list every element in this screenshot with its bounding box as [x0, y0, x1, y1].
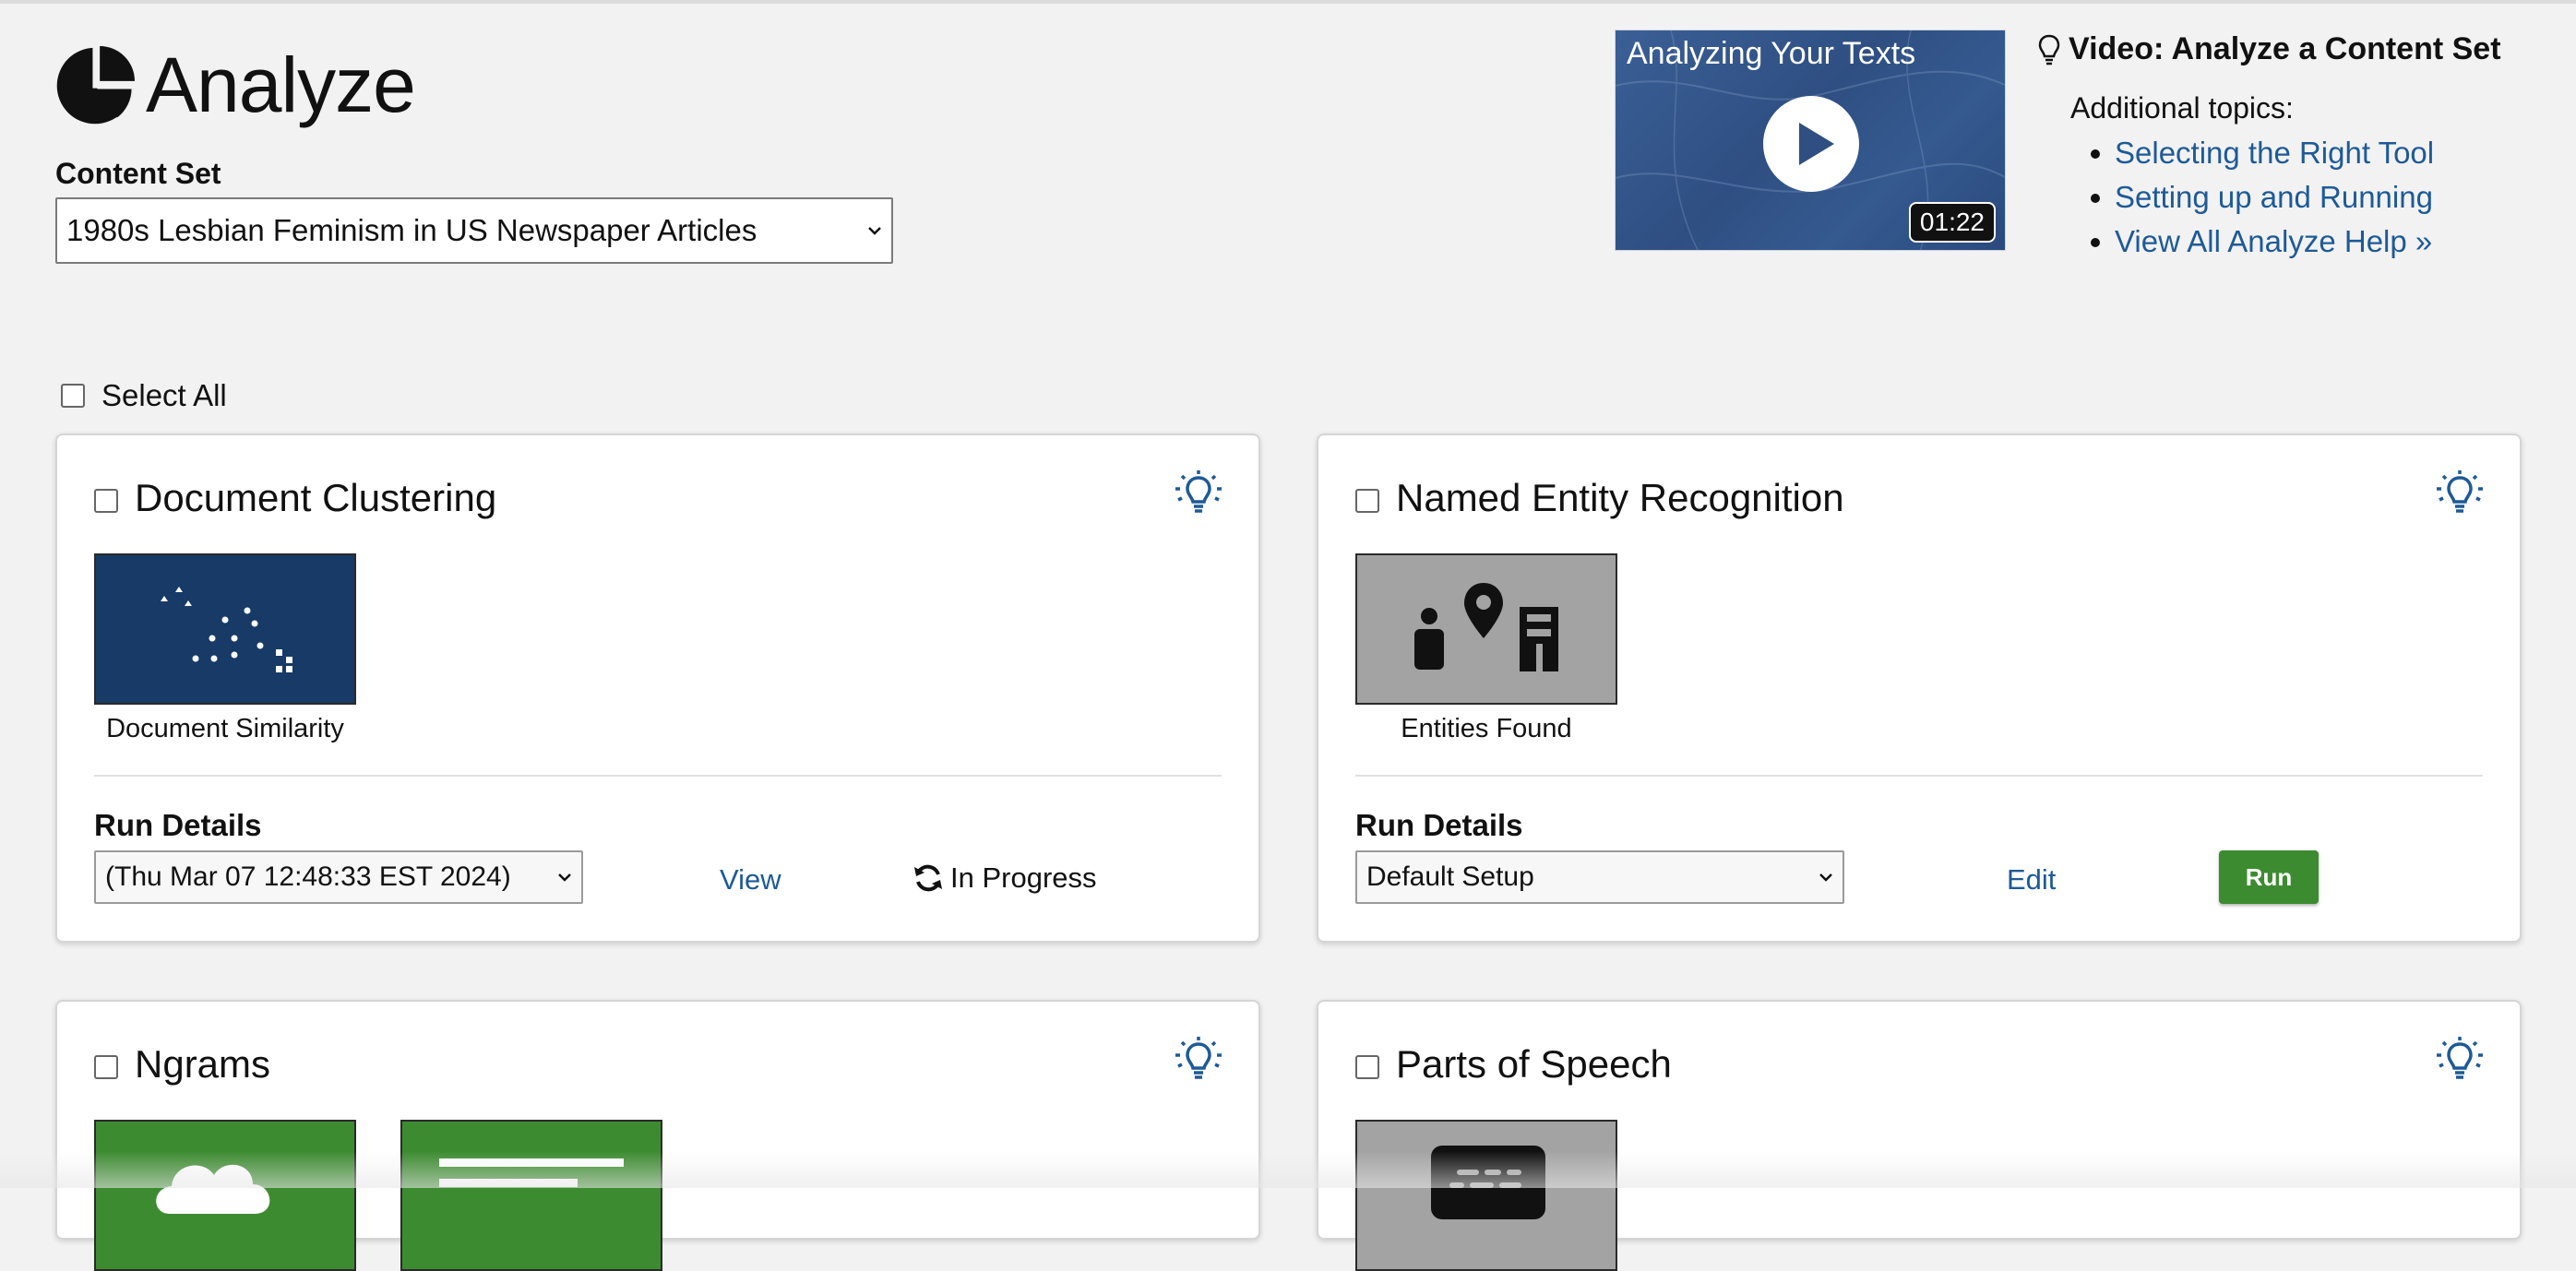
person-location-building-icon — [1414, 583, 1558, 671]
card-named-entity-recognition: Named Entity Recognition Entities Found … — [1317, 434, 2522, 943]
topic-link[interactable]: Selecting the Right Tool — [2091, 131, 2563, 175]
card-checkbox[interactable] — [1355, 489, 1379, 513]
edit-link[interactable]: Edit — [2007, 863, 2056, 897]
status-in-progress: In Progress — [912, 861, 1097, 895]
text-lines-icon — [439, 1158, 624, 1187]
card-title: Ngrams — [135, 1042, 271, 1086]
video-thumb-title: Analyzing Your Texts — [1627, 36, 1916, 71]
topics-list: Selecting the Right Tool Setting up and … — [2091, 131, 2563, 264]
scatter-cluster-icon — [161, 587, 292, 672]
card-checkbox[interactable] — [94, 1055, 118, 1079]
page-title: Analyze — [55, 41, 416, 130]
tile-word-cloud[interactable] — [94, 1120, 356, 1271]
select-all[interactable]: Select All — [61, 378, 227, 413]
video-title-text: Video: Analyze a Content Set — [2069, 31, 2501, 66]
divider — [1355, 775, 2483, 777]
additional-topics-label: Additional topics: — [2070, 91, 2294, 125]
content-set-value: 1980s Lesbian Feminism in US Newspaper A… — [66, 213, 757, 247]
select-all-checkbox[interactable] — [61, 384, 85, 408]
chevron-down-icon — [1819, 873, 1832, 882]
select-all-label: Select All — [101, 378, 227, 412]
refresh-icon — [914, 864, 942, 892]
content-set-label: Content Set — [55, 157, 221, 190]
card-header: Ngrams — [94, 1042, 270, 1087]
lightbulb-help-icon[interactable] — [2435, 1037, 2485, 1079]
card-title: Document Clustering — [135, 476, 497, 519]
divider — [94, 775, 1222, 777]
video-thumbnail[interactable]: Analyzing Your Texts 01:22 — [1615, 30, 2006, 251]
pie-chart-icon — [56, 45, 135, 124]
help-panel: Video: Analyze a Content Set Additional … — [2037, 31, 2563, 264]
card-header: Named Entity Recognition — [1355, 476, 1844, 520]
run-details-select[interactable]: Default Setup — [1355, 850, 1844, 904]
tile-document-similarity[interactable] — [94, 553, 356, 705]
card-title: Named Entity Recognition — [1396, 476, 1844, 519]
run-details-select[interactable]: (Thu Mar 07 12:48:33 EST 2024) — [94, 850, 583, 904]
topic-link[interactable]: Setting up and Running — [2091, 175, 2563, 220]
run-details-label: Run Details — [94, 808, 262, 842]
tile-entities-found[interactable] — [1355, 553, 1617, 705]
tile-caption: Entities Found — [1401, 714, 1572, 743]
lightbulb-help-icon[interactable] — [2435, 470, 2485, 513]
speech-tags-icon — [1431, 1146, 1545, 1219]
lightbulb-help-icon[interactable] — [1174, 1037, 1223, 1079]
top-border — [0, 0, 2576, 4]
card-header: Document Clustering — [94, 476, 496, 520]
page-title-text: Analyze — [146, 42, 416, 128]
card-checkbox[interactable] — [1355, 1055, 1379, 1079]
video-title[interactable]: Video: Analyze a Content Set — [2037, 31, 2563, 67]
run-details-label: Run Details — [1355, 808, 1523, 842]
run-details-value: (Thu Mar 07 12:48:33 EST 2024) — [105, 861, 511, 892]
card-title: Parts of Speech — [1396, 1042, 1672, 1086]
card-parts-of-speech: Parts of Speech — [1317, 1000, 2522, 1271]
card-checkbox[interactable] — [94, 489, 118, 513]
lightbulb-icon — [2038, 34, 2060, 65]
card-ngrams: Ngrams — [55, 1000, 1260, 1271]
word-cloud-icon — [156, 1164, 270, 1214]
chevron-down-icon — [558, 873, 571, 882]
run-details-value: Default Setup — [1366, 861, 1534, 892]
video-duration: 01:22 — [1908, 202, 1996, 243]
card-document-clustering: Document Clustering Document Similarity … — [55, 434, 1260, 943]
tile-caption: Document Similarity — [106, 714, 344, 743]
tile-speech-tags[interactable] — [1355, 1120, 1617, 1271]
card-header: Parts of Speech — [1355, 1042, 1672, 1087]
view-link[interactable]: View — [720, 863, 781, 897]
topic-link[interactable]: View All Analyze Help » — [2091, 220, 2563, 264]
run-button[interactable]: Run — [2219, 850, 2319, 904]
chevron-down-icon — [868, 227, 881, 235]
content-set-select[interactable]: 1980s Lesbian Feminism in US Newspaper A… — [55, 197, 893, 264]
tile-text-lines[interactable] — [400, 1120, 662, 1271]
play-icon[interactable] — [1762, 95, 1860, 193]
status-text: In Progress — [950, 861, 1097, 894]
lightbulb-help-icon[interactable] — [1174, 470, 1223, 513]
